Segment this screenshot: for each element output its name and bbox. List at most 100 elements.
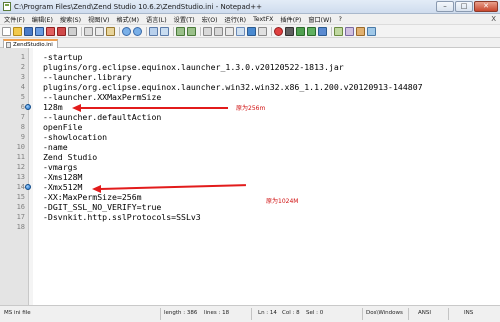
line-number: 1: [20, 53, 25, 61]
annotation-note: 原为256m: [236, 105, 266, 112]
doc-map-icon[interactable]: [258, 26, 267, 36]
menu-plugins[interactable]: 插件(P): [280, 15, 301, 24]
menu-bar: 文件(F) 编辑(E) 搜索(S) 视图(V) 格式(M) 语言(L) 设置(T…: [0, 14, 500, 25]
toolbar-separator: [173, 26, 174, 36]
undo-icon[interactable]: [122, 26, 131, 36]
record-macro-icon[interactable]: [274, 26, 283, 36]
stop-macro-icon[interactable]: [285, 26, 294, 36]
code-line[interactable]: 16 -DGIT_SSL_NO_VERIFY=true: [0, 202, 500, 212]
code-line[interactable]: 4 plugins/org.eclipse.equinox.launcher.w…: [0, 82, 500, 92]
close-all-icon[interactable]: [57, 26, 66, 36]
line-number: 8: [20, 123, 25, 131]
menu-help[interactable]: ?: [339, 16, 342, 23]
status-bar: MS ini file length : 386 lines : 18 Ln :…: [0, 305, 500, 322]
status-separator: [408, 308, 409, 320]
bookmark-icon[interactable]: [25, 184, 31, 190]
code-line[interactable]: 11 Zend Studio: [0, 152, 500, 162]
line-text: --launcher.XXMaxPermSize: [43, 92, 162, 102]
line-number: 3: [20, 73, 25, 81]
tab-label: ZendStudio.ini: [13, 41, 53, 48]
maximize-button[interactable]: □: [455, 1, 473, 12]
line-number: 16: [16, 203, 25, 211]
line-text: -Xms128M: [43, 172, 83, 182]
toolbar-separator: [146, 26, 147, 36]
close-file-icon[interactable]: [46, 26, 55, 36]
tidy-icon[interactable]: [345, 26, 354, 36]
code-line[interactable]: 12 -vmargs: [0, 162, 500, 172]
status-eol-format: Dos\Windows: [366, 310, 403, 316]
redo-icon[interactable]: [133, 26, 142, 36]
language-icon[interactable]: [247, 26, 256, 36]
menu-search[interactable]: 搜索(S): [60, 15, 81, 24]
annotation-note: 原为1024M: [266, 198, 299, 205]
line-text: -vmargs: [43, 162, 78, 172]
line-number: 5: [20, 93, 25, 101]
code-line[interactable]: 9 -showlocation: [0, 132, 500, 142]
copy-icon[interactable]: [95, 26, 104, 36]
menu-view[interactable]: 视图(V): [88, 15, 109, 24]
code-line[interactable]: 13 -Xms128M: [0, 172, 500, 182]
spell-check-icon[interactable]: [334, 26, 343, 36]
replace-icon[interactable]: [160, 26, 169, 36]
code-line[interactable]: 17 -Dsvnkit.http.sslProtocols=SSLv3: [0, 212, 500, 222]
line-number: 17: [16, 213, 25, 221]
play-macro-icon[interactable]: [296, 26, 305, 36]
status-selection: Sel : 0: [306, 310, 324, 316]
line-number: 14: [16, 183, 25, 191]
code-line[interactable]: 2 plugins/org.eclipse.equinox.launcher_1…: [0, 62, 500, 72]
menu-language[interactable]: 语言(L): [146, 15, 167, 24]
new-file-icon[interactable]: [2, 26, 11, 36]
code-line[interactable]: 8 openFile: [0, 122, 500, 132]
status-line-number: Ln : 14: [258, 310, 277, 316]
code-line[interactable]: 14 -Xmx512M: [0, 182, 500, 192]
line-number: 2: [20, 63, 25, 71]
zoom-out-icon[interactable]: [187, 26, 196, 36]
line-text: -name: [43, 142, 68, 152]
code-line[interactable]: 1 -startup: [0, 52, 500, 62]
tab-zendstudio-ini[interactable]: ZendStudio.ini: [3, 39, 58, 48]
run-macro-multiple-icon[interactable]: [307, 26, 316, 36]
menu-window[interactable]: 窗口(W): [308, 15, 331, 24]
sync-scroll-icon[interactable]: [203, 26, 212, 36]
editor-area[interactable]: 1 -startup 2 plugins/org.eclipse.equinox…: [0, 48, 500, 305]
compare-icon[interactable]: [367, 26, 376, 36]
code-line[interactable]: 18: [0, 222, 500, 232]
plugin-icon[interactable]: [356, 26, 365, 36]
open-file-icon[interactable]: [13, 26, 22, 36]
word-wrap-icon[interactable]: [214, 26, 223, 36]
toolbar-separator: [119, 26, 120, 36]
minimize-button[interactable]: –: [436, 1, 454, 12]
indent-guide-icon[interactable]: [236, 26, 245, 36]
line-text: -Xmx512M: [43, 182, 83, 192]
window-controls: – □ ✕: [436, 1, 498, 12]
code-line[interactable]: 3 --launcher.library: [0, 72, 500, 82]
find-icon[interactable]: [149, 26, 158, 36]
status-insert-mode: INS: [464, 310, 474, 316]
close-document-icon[interactable]: X: [491, 15, 496, 23]
menu-run[interactable]: 运行(R): [225, 15, 247, 24]
bookmark-icon[interactable]: [25, 104, 31, 110]
code-line[interactable]: 7 --launcher.defaultAction: [0, 112, 500, 122]
code-line[interactable]: 10 -name: [0, 142, 500, 152]
menu-file[interactable]: 文件(F): [4, 15, 25, 24]
menu-settings[interactable]: 设置(T): [174, 15, 195, 24]
show-all-chars-icon[interactable]: [225, 26, 234, 36]
window-title: C:\Program Files\Zend\Zend Studio 10.6.2…: [14, 2, 262, 11]
close-button[interactable]: ✕: [474, 1, 498, 12]
zoom-in-icon[interactable]: [176, 26, 185, 36]
menu-textfx[interactable]: TextFX: [253, 16, 273, 23]
toolbar-separator: [200, 26, 201, 36]
code-line[interactable]: 5 --launcher.XXMaxPermSize: [0, 92, 500, 102]
save-icon[interactable]: [24, 26, 33, 36]
print-icon[interactable]: [68, 26, 77, 36]
menu-macro[interactable]: 宏(O): [202, 15, 218, 24]
menu-format[interactable]: 格式(M): [116, 15, 139, 24]
cut-icon[interactable]: [84, 26, 93, 36]
save-all-icon[interactable]: [35, 26, 44, 36]
paste-icon[interactable]: [106, 26, 115, 36]
annotation-arrow-line: [80, 107, 228, 109]
line-text: -XX:MaxPermSize=256m: [43, 192, 142, 202]
menu-edit[interactable]: 编辑(E): [32, 15, 53, 24]
code-line[interactable]: 15 -XX:MaxPermSize=256m: [0, 192, 500, 202]
save-macro-icon[interactable]: [318, 26, 327, 36]
